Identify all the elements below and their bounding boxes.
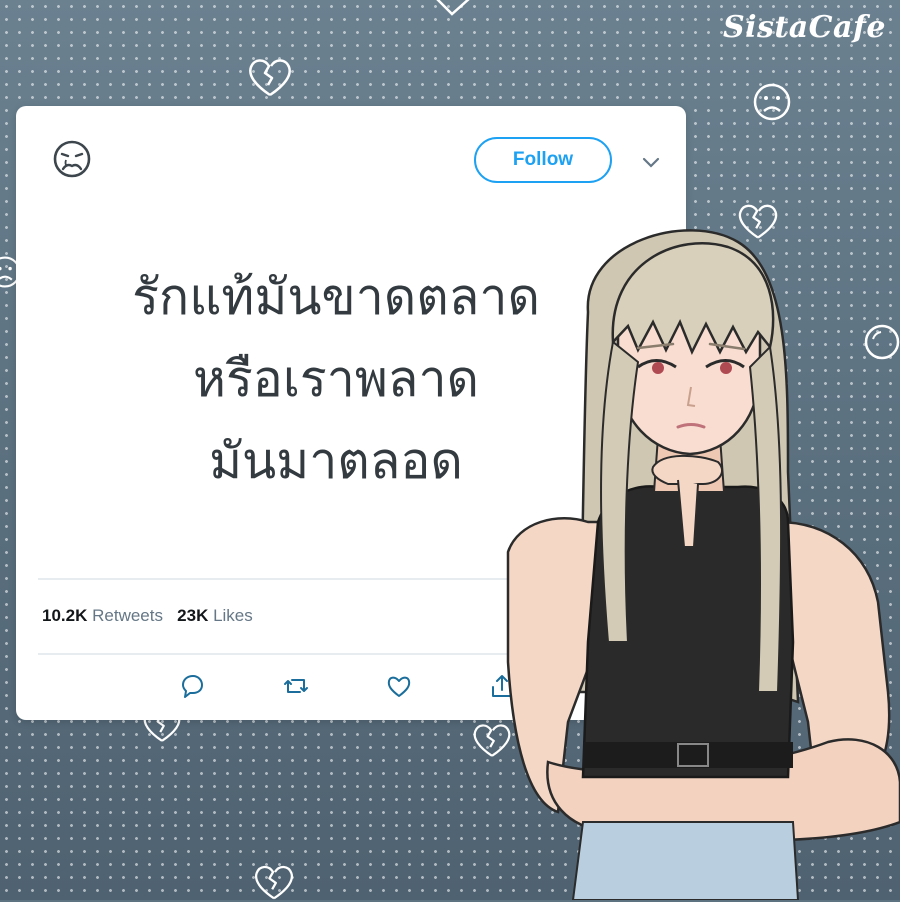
- girl-illustration: [506, 229, 900, 900]
- likes-count[interactable]: 23K: [177, 606, 208, 625]
- reply-icon[interactable]: [178, 672, 206, 700]
- retweet-icon[interactable]: [282, 672, 310, 700]
- retweets-label[interactable]: Retweets: [92, 606, 163, 625]
- sad-face-icon: [753, 83, 791, 121]
- like-icon[interactable]: [385, 672, 413, 700]
- sad-face-icon: [53, 140, 91, 178]
- broken-heart-icon: [249, 59, 291, 97]
- broken-heart-icon: [254, 865, 294, 900]
- retweets-count[interactable]: 10.2K: [42, 606, 87, 625]
- sistacafe-logo: SistaCafe: [722, 10, 886, 45]
- tweet-stats: 10.2K Retweets 23K Likes: [42, 606, 253, 626]
- diamond-icon: [436, 0, 470, 16]
- chevron-down-icon[interactable]: [641, 156, 661, 170]
- likes-label[interactable]: Likes: [213, 606, 253, 625]
- follow-button[interactable]: Follow: [474, 137, 612, 183]
